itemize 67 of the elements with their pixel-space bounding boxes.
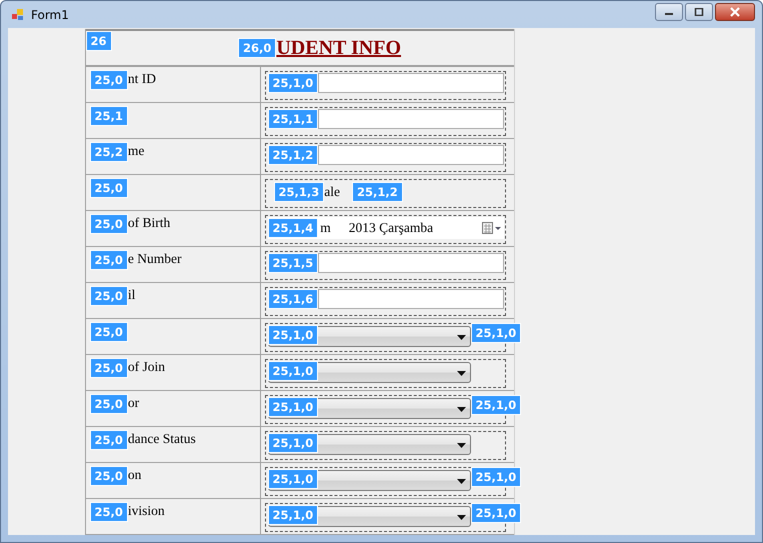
text-input[interactable]	[318, 73, 504, 93]
text-input[interactable]	[318, 145, 504, 165]
tab-order-badge: 25,1,0	[470, 467, 522, 487]
field-label: il	[128, 287, 136, 302]
date-text: m	[320, 220, 331, 236]
tab-order-badge: 25,0	[90, 214, 128, 234]
field-label: ivision	[128, 503, 165, 518]
field-label: or	[128, 395, 140, 410]
tab-order-badge: 25,0	[90, 394, 128, 414]
field-label: dance Status	[128, 431, 196, 446]
tab-order-badge: 25,1,0	[268, 361, 318, 381]
tab-order-badge: 25,0	[90, 286, 128, 306]
text-input[interactable]	[318, 109, 504, 129]
tab-order-badge: 26	[86, 31, 112, 51]
tab-order-badge: 25,0	[90, 250, 128, 270]
tab-order-badge: 25,1,4	[268, 218, 318, 238]
field-label: of Join	[128, 359, 165, 374]
field-label: of Birth	[128, 215, 170, 230]
tab-order-badge: 26,0	[238, 38, 276, 58]
tab-order-badge: 25,0	[90, 466, 128, 486]
maximize-icon	[694, 8, 704, 16]
tab-order-badge: 25,0	[90, 178, 128, 198]
tab-order-badge: 25,0	[90, 358, 128, 378]
calendar-dropdown-icon[interactable]	[482, 222, 502, 234]
close-button[interactable]	[715, 2, 755, 20]
text-input[interactable]	[318, 253, 504, 273]
dropdown-arrow-icon	[456, 371, 466, 376]
tab-order-badge: 25,0	[90, 322, 128, 342]
text-input[interactable]	[318, 289, 504, 309]
tab-order-badge: 25,1,0	[470, 323, 522, 343]
field-label: on	[128, 467, 142, 482]
field-label: nt ID	[128, 71, 156, 86]
window-title: Form1	[31, 8, 69, 22]
tab-order-badge: 25,1,3	[274, 182, 324, 202]
tab-order-badge: 25,1,6	[268, 289, 318, 309]
dropdown-arrow-icon	[456, 335, 466, 340]
tab-order-badge: 25,1,0	[470, 503, 522, 523]
tab-order-badge: 25,1,1	[268, 109, 318, 129]
close-icon	[729, 6, 741, 16]
form-heading: UDENT INFO	[276, 36, 402, 60]
tab-order-badge: 25,1,2	[352, 182, 403, 202]
tab-order-badge: 25,1,0	[268, 433, 318, 453]
tab-order-badge: 25,1,5	[268, 253, 318, 273]
tab-order-badge: 25,2	[90, 142, 128, 162]
tab-order-badge: 25,0	[90, 430, 128, 450]
date-picker[interactable]: 25,1,4 m 2013 Çarşamba	[268, 217, 504, 239]
tab-order-badge: 25,1,0	[268, 73, 318, 93]
maximize-button[interactable]	[685, 2, 713, 20]
dropdown-arrow-icon	[456, 515, 466, 520]
form-icon	[11, 8, 25, 22]
dropdown-arrow-icon	[456, 407, 466, 412]
field-label: e Number	[128, 251, 182, 266]
tab-order-badge: 25,1,0	[268, 469, 318, 489]
tab-order-badge: 25,0	[90, 502, 128, 522]
dropdown-arrow-icon	[456, 479, 466, 484]
tab-order-badge: 25,1	[90, 106, 128, 126]
tab-order-badge: 25,1,0	[268, 505, 318, 525]
dropdown-arrow-icon	[456, 443, 466, 448]
tab-order-badge: 25,0	[90, 70, 128, 90]
minimize-button[interactable]	[655, 2, 683, 20]
tab-order-badge: 25,1,0	[268, 397, 318, 417]
tab-order-badge: 25,1,2	[268, 145, 318, 165]
tab-order-badge: 25,1,0	[470, 395, 522, 415]
tab-order-badge: 25,1,0	[268, 325, 318, 345]
radio-label[interactable]: ale	[324, 184, 340, 200]
field-label: me	[128, 143, 144, 158]
date-text: 2013 Çarşamba	[348, 220, 434, 236]
